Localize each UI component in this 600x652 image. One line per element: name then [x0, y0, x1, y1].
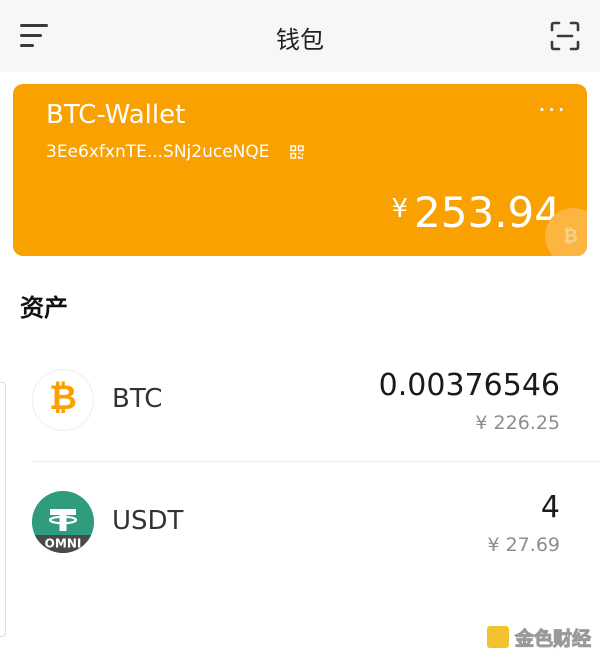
asset-fiat-value: ¥ 226.25 [475, 412, 560, 434]
asset-amount: 0.00376546 [378, 368, 560, 403]
wallet-card[interactable]: BTC-Wallet ··· 3Ee6xfxnTE...SNj2uceNQE ¥… [13, 84, 587, 256]
top-bar: 钱包 [0, 0, 600, 72]
wallet-address: 3Ee6xfxnTE...SNj2uceNQE [46, 142, 270, 162]
watermark-text: 金色财经 [514, 628, 592, 651]
asset-fiat-value: ¥ 27.69 [487, 534, 560, 556]
asset-symbol: BTC [112, 384, 163, 414]
asset-symbol: USDT [112, 506, 184, 536]
page-title: 钱包 [276, 26, 324, 54]
balance-amount: 253.94 [414, 188, 561, 237]
svg-text:OMNI: OMNI [45, 537, 82, 551]
watermark: 金色财经 [487, 624, 597, 651]
bitcoin-icon: ₿ [32, 369, 94, 431]
scan-icon[interactable] [550, 21, 580, 51]
asset-row-btc[interactable]: ₿ BTC 0.00376546 ¥ 226.25 [0, 340, 600, 460]
qr-code-icon[interactable] [290, 144, 304, 159]
wallet-balance: ¥253.94 [391, 188, 561, 237]
more-options-icon[interactable]: ··· [538, 96, 567, 124]
jinse-logo-icon [487, 626, 509, 648]
asset-row-usdt[interactable]: OMNI USDT 4 ¥ 27.69 [0, 462, 600, 582]
asset-amount: 4 [540, 490, 560, 525]
currency-symbol: ¥ [391, 194, 409, 224]
tether-omni-icon: OMNI [32, 491, 94, 553]
wallet-name: BTC-Wallet [46, 100, 186, 130]
assets-section-title: 资产 [20, 294, 68, 322]
